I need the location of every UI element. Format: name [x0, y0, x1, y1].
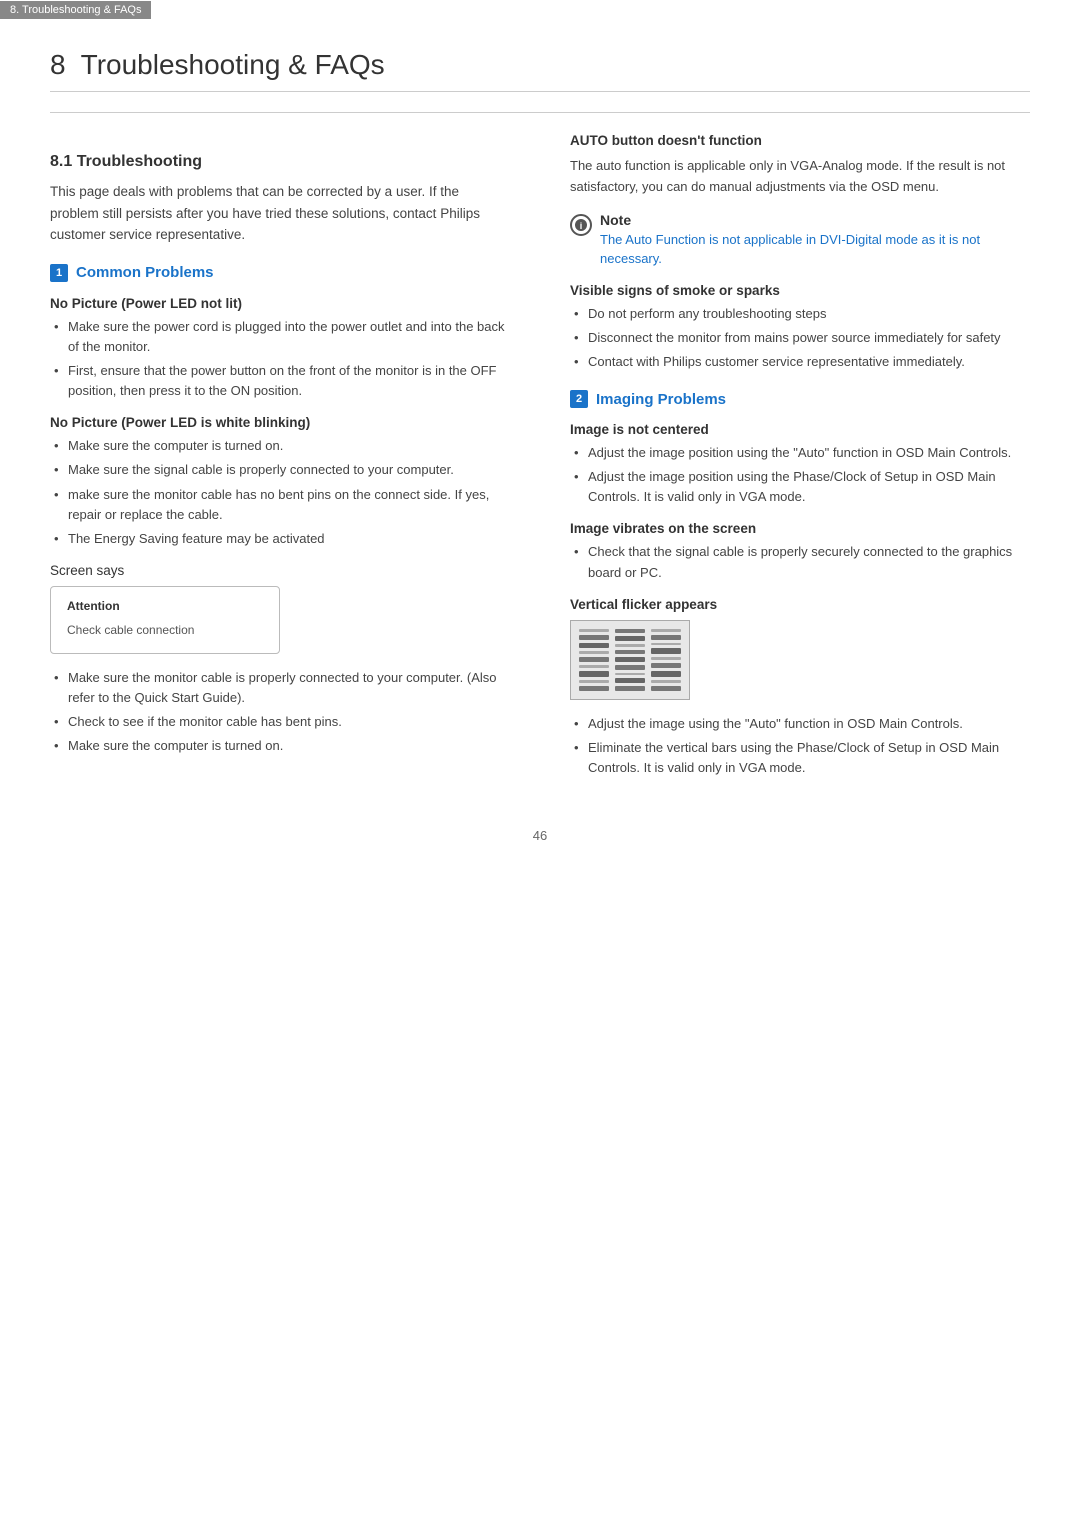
list-item: Disconnect the monitor from mains power …: [570, 328, 1030, 348]
attention-title: Attention: [67, 599, 263, 613]
note-content: Note The Auto Function is not applicable…: [600, 212, 1030, 269]
note-box: i Note The Auto Function is not applicab…: [570, 212, 1030, 269]
screen-says-label: Screen says: [50, 563, 510, 578]
imaging-problems-title: Imaging Problems: [596, 391, 726, 408]
svg-text:i: i: [580, 221, 583, 231]
visible-signs-list: Do not perform any troubleshooting steps…: [570, 304, 1030, 372]
note-icon: i: [570, 214, 592, 236]
note-label: Note: [600, 212, 1030, 228]
no-picture-led-list: Make sure the power cord is plugged into…: [50, 317, 510, 402]
list-item: Adjust the image using the "Auto" functi…: [570, 714, 1030, 734]
list-item: Contact with Philips customer service re…: [570, 352, 1030, 372]
list-item: Check to see if the monitor cable has be…: [50, 712, 510, 732]
list-item: Make sure the computer is turned on.: [50, 736, 510, 756]
list-item: The Energy Saving feature may be activat…: [50, 529, 510, 549]
section-81-heading: 8.1 Troubleshooting: [50, 153, 510, 171]
chapter-title: 8 Troubleshooting & FAQs: [50, 49, 1030, 92]
no-picture-white-list: Make sure the computer is turned on. Mak…: [50, 436, 510, 549]
common-problems-title: Common Problems: [76, 264, 214, 281]
top-bar-label: 8. Troubleshooting & FAQs: [10, 4, 141, 16]
list-item: Eliminate the vertical bars using the Ph…: [570, 738, 1030, 778]
left-column: 8.1 Troubleshooting This page deals with…: [50, 133, 530, 788]
no-picture-white-heading: No Picture (Power LED is white blinking): [50, 415, 510, 430]
right-column: AUTO button doesn't function The auto fu…: [570, 133, 1030, 788]
intro-text: This page deals with problems that can b…: [50, 181, 510, 246]
auto-button-heading: AUTO button doesn't function: [570, 133, 1030, 148]
list-item: Make sure the computer is turned on.: [50, 436, 510, 456]
top-bar: 8. Troubleshooting & FAQs: [0, 1, 151, 19]
list-item: Make sure the signal cable is properly c…: [50, 460, 510, 480]
vertical-flicker-image: [570, 620, 690, 700]
page-number: 46: [50, 828, 1030, 843]
no-picture-led-heading: No Picture (Power LED not lit): [50, 296, 510, 311]
imaging-problems-badge: 2: [570, 390, 588, 408]
list-item: Do not perform any troubleshooting steps: [570, 304, 1030, 324]
attention-body: Check cable connection: [67, 623, 263, 637]
list-item: First, ensure that the power button on t…: [50, 361, 510, 401]
note-svg-icon: i: [574, 218, 588, 232]
image-centered-list: Adjust the image position using the "Aut…: [570, 443, 1030, 507]
note-text: The Auto Function is not applicable in D…: [600, 230, 1030, 269]
chapter-number: 8: [50, 49, 66, 80]
vertical-flicker-list: Adjust the image using the "Auto" functi…: [570, 714, 1030, 778]
image-centered-heading: Image is not centered: [570, 422, 1030, 437]
list-item: Make sure the monitor cable is properly …: [50, 668, 510, 708]
list-item: make sure the monitor cable has no bent …: [50, 485, 510, 525]
visible-signs-heading: Visible signs of smoke or sparks: [570, 283, 1030, 298]
screen-says-list: Make sure the monitor cable is properly …: [50, 668, 510, 757]
auto-button-text: The auto function is applicable only in …: [570, 156, 1030, 198]
chapter-name: Troubleshooting & FAQs: [81, 49, 385, 80]
attention-box: Attention Check cable connection: [50, 586, 280, 654]
common-problems-badge: 1: [50, 264, 68, 282]
list-item: Adjust the image position using the "Aut…: [570, 443, 1030, 463]
list-item: Check that the signal cable is properly …: [570, 542, 1030, 582]
list-item: Adjust the image position using the Phas…: [570, 467, 1030, 507]
vertical-flicker-heading: Vertical flicker appears: [570, 597, 1030, 612]
divider-top: [50, 112, 1030, 113]
list-item: Make sure the power cord is plugged into…: [50, 317, 510, 357]
image-vibrates-heading: Image vibrates on the screen: [570, 521, 1030, 536]
imaging-problems-section: 2 Imaging Problems: [570, 390, 1030, 408]
image-vibrates-list: Check that the signal cable is properly …: [570, 542, 1030, 582]
common-problems-section: 1 Common Problems: [50, 264, 510, 282]
